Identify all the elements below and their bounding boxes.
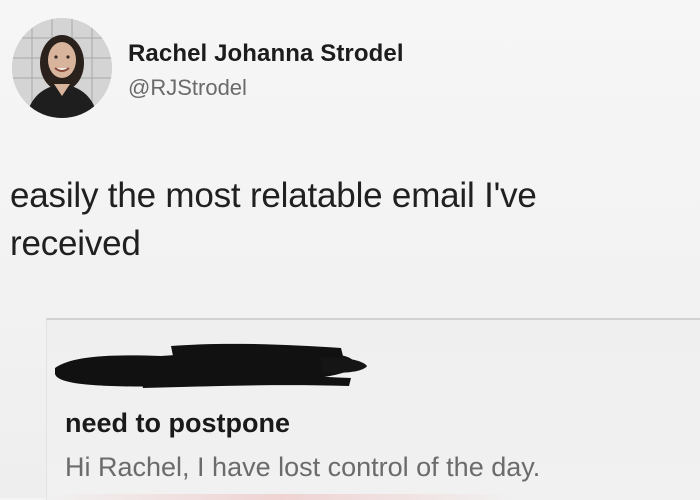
tweet-text: easily the most relatable email I've rec… xyxy=(10,172,690,268)
email-preview[interactable]: Hi Rachel, I have lost control of the da… xyxy=(65,452,540,483)
profile-photo-icon xyxy=(12,18,112,118)
tweet-text-line-1: easily the most relatable email I've xyxy=(10,176,537,215)
avatar[interactable] xyxy=(12,18,112,118)
card-bottom-edge xyxy=(47,494,517,500)
author-handle[interactable]: @RJStrodel xyxy=(128,75,247,101)
tweet-text-line-2: received xyxy=(10,224,141,263)
tweet-card: Rachel Johanna Strodel @RJStrodel easily… xyxy=(0,0,700,500)
email-subject[interactable]: need to postpone xyxy=(65,408,290,439)
author-display-name[interactable]: Rachel Johanna Strodel xyxy=(128,40,404,68)
redaction-scribble-icon xyxy=(55,343,367,388)
email-screenshot: need to postpone Hi Rachel, I have lost … xyxy=(46,318,700,500)
